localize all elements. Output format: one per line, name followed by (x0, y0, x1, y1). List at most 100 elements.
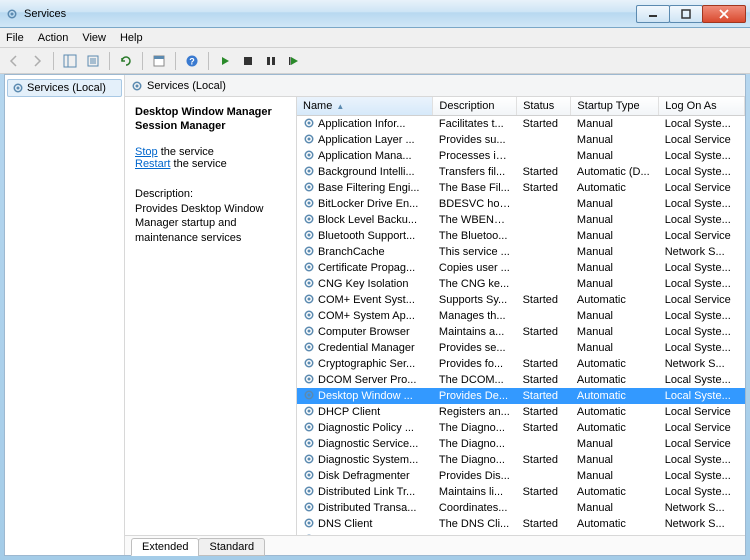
cell-name: CNG Key Isolation (297, 276, 433, 292)
table-row[interactable]: Diagnostic System...The Diagno...Started… (297, 452, 745, 468)
col-status[interactable]: Status (517, 97, 571, 116)
menu-file[interactable]: File (6, 32, 24, 44)
table-row[interactable]: Desktop Window ...Provides De...StartedA… (297, 388, 745, 404)
cell-name: Disk Defragmenter (297, 468, 433, 484)
close-button[interactable] (702, 5, 746, 23)
tab-extended[interactable]: Extended (131, 538, 199, 556)
service-icon (303, 469, 315, 484)
table-row[interactable]: Application Infor...Facilitates t...Star… (297, 116, 745, 133)
table-row[interactable]: DCOM Server Pro...The DCOM...StartedAuto… (297, 372, 745, 388)
cell-logon: Network S... (659, 516, 745, 532)
forward-button[interactable] (27, 51, 47, 71)
table-row[interactable]: Background Intelli...Transfers fil...Sta… (297, 164, 745, 180)
table-row[interactable]: Encrypting File Sy...Provides th...Manua… (297, 532, 745, 535)
sort-asc-icon: ▲ (336, 102, 344, 111)
cell-description: The Diagno... (433, 436, 517, 452)
table-row[interactable]: Diagnostic Service...The Diagno...Manual… (297, 436, 745, 452)
table-row[interactable]: DNS ClientThe DNS Cli...StartedAutomatic… (297, 516, 745, 532)
pause-service-button[interactable] (261, 51, 281, 71)
cell-logon: Local Service (659, 180, 745, 196)
menu-help[interactable]: Help (120, 32, 143, 44)
maximize-button[interactable] (669, 5, 703, 23)
panel-heading: Services (Local) (147, 80, 226, 92)
cell-logon: Network S... (659, 500, 745, 516)
col-name[interactable]: Name▲ (297, 97, 433, 116)
table-row[interactable]: BranchCacheThis service ...ManualNetwork… (297, 244, 745, 260)
table-row[interactable]: Distributed Link Tr...Maintains li...Sta… (297, 484, 745, 500)
table-row[interactable]: Computer BrowserMaintains a...StartedMan… (297, 324, 745, 340)
cell-logon: Local Syste... (659, 388, 745, 404)
service-icon (303, 405, 315, 420)
tab-standard[interactable]: Standard (198, 538, 265, 556)
col-startup[interactable]: Startup Type (571, 97, 659, 116)
cell-startup: Manual (571, 308, 659, 324)
service-icon (303, 309, 315, 324)
cell-logon: Local Syste... (659, 308, 745, 324)
table-row[interactable]: Diagnostic Policy ...The Diagno...Starte… (297, 420, 745, 436)
cell-status (517, 228, 571, 244)
cell-name: Application Layer ... (297, 132, 433, 148)
tree-root-item[interactable]: Services (Local) (7, 79, 122, 97)
table-row[interactable]: Distributed Transa...Coordinates...Manua… (297, 500, 745, 516)
cell-startup: Manual (571, 212, 659, 228)
cell-description: The Diagno... (433, 452, 517, 468)
cell-name: DNS Client (297, 516, 433, 532)
detail-pane: Desktop Window Manager Session Manager S… (125, 97, 297, 535)
table-row[interactable]: Cryptographic Ser...Provides fo...Starte… (297, 356, 745, 372)
cell-startup: Manual (571, 148, 659, 164)
refresh-button[interactable] (116, 51, 136, 71)
service-icon (303, 229, 315, 244)
table-row[interactable]: Credential ManagerProvides se...ManualLo… (297, 340, 745, 356)
cell-description: Provides De... (433, 388, 517, 404)
help-button[interactable]: ? (182, 51, 202, 71)
table-row[interactable]: Block Level Backu...The WBENG...ManualLo… (297, 212, 745, 228)
cell-name: Application Mana... (297, 148, 433, 164)
cell-startup: Automatic (571, 292, 659, 308)
cell-description: Provides fo... (433, 356, 517, 372)
cell-startup: Manual (571, 452, 659, 468)
col-logon[interactable]: Log On As (659, 97, 745, 116)
table-row[interactable]: Disk DefragmenterProvides Dis...ManualLo… (297, 468, 745, 484)
properties-button[interactable] (149, 51, 169, 71)
table-row[interactable]: CNG Key IsolationThe CNG ke...ManualLoca… (297, 276, 745, 292)
service-icon (303, 117, 315, 132)
back-button[interactable] (4, 51, 24, 71)
cell-status: Started (517, 484, 571, 500)
cell-startup: Manual (571, 468, 659, 484)
service-icon (303, 373, 315, 388)
cell-name: Encrypting File Sy... (297, 532, 433, 535)
table-row[interactable]: Certificate Propag...Copies user ...Manu… (297, 260, 745, 276)
cell-name: Application Infor... (297, 116, 433, 132)
cell-name: Diagnostic System... (297, 452, 433, 468)
table-row[interactable]: BitLocker Drive En...BDESVC hos...Manual… (297, 196, 745, 212)
table-row[interactable]: COM+ System Ap...Manages th...ManualLoca… (297, 308, 745, 324)
cell-name: Diagnostic Service... (297, 436, 433, 452)
menu-action[interactable]: Action (38, 32, 69, 44)
restart-service-button[interactable] (284, 51, 304, 71)
table-row[interactable]: DHCP ClientRegisters an...StartedAutomat… (297, 404, 745, 420)
export-list-button[interactable] (83, 51, 103, 71)
minimize-button[interactable] (636, 5, 670, 23)
stop-service-button[interactable] (238, 51, 258, 71)
show-hide-tree-button[interactable] (60, 51, 80, 71)
menu-view[interactable]: View (82, 32, 106, 44)
cell-startup: Automatic (D... (571, 164, 659, 180)
cell-logon: Local Syste... (659, 196, 745, 212)
start-service-button[interactable] (215, 51, 235, 71)
gear-icon (131, 80, 143, 92)
services-table-wrap[interactable]: Name▲ Description Status Startup Type Lo… (297, 97, 745, 535)
table-row[interactable]: Bluetooth Support...The Bluetoo...Manual… (297, 228, 745, 244)
table-row[interactable]: COM+ Event Syst...Supports Sy...StartedA… (297, 292, 745, 308)
table-row[interactable]: Base Filtering Engi...The Base Fil...Sta… (297, 180, 745, 196)
col-description[interactable]: Description (433, 97, 517, 116)
restart-service-link[interactable]: Restart (135, 158, 170, 170)
table-row[interactable]: Application Mana...Processes in...Manual… (297, 148, 745, 164)
cell-logon: Local Syste... (659, 452, 745, 468)
cell-description: The Bluetoo... (433, 228, 517, 244)
cell-logon: Network S... (659, 244, 745, 260)
table-row[interactable]: Application Layer ...Provides su...Manua… (297, 132, 745, 148)
cell-startup: Automatic (571, 420, 659, 436)
stop-service-link[interactable]: Stop (135, 146, 158, 158)
description-text: Provides Desktop Window Manager startup … (135, 202, 286, 247)
cell-startup: Manual (571, 196, 659, 212)
